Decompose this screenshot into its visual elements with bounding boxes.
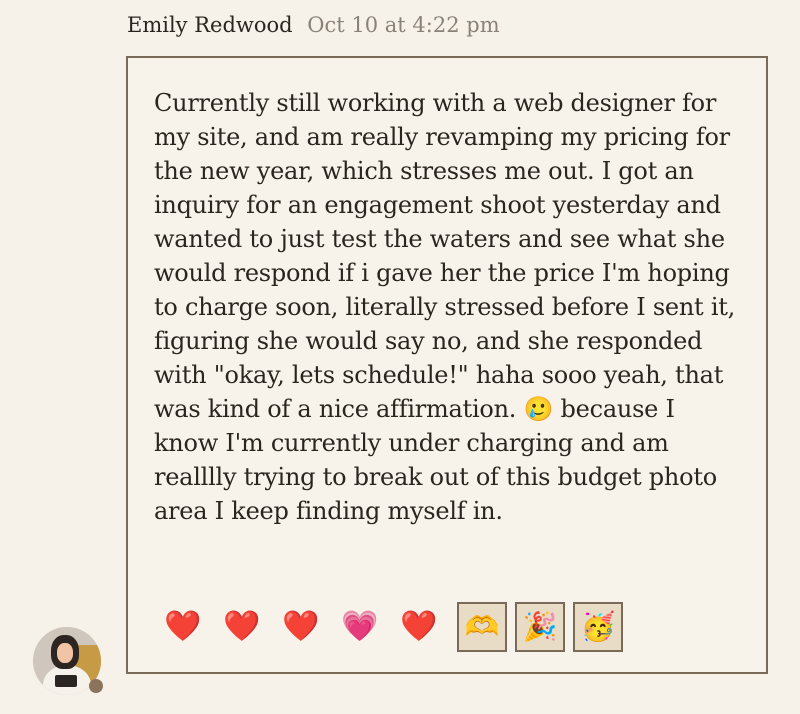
reaction-red-heart-2[interactable]: ❤️ (221, 606, 263, 648)
red-heart-icon: ❤️ (282, 609, 320, 644)
pink-heart-icon: 💗 (341, 609, 379, 644)
heart-hands-icon: 🫶 (464, 610, 500, 643)
reaction-red-heart-1[interactable]: ❤️ (162, 606, 204, 648)
party-popper-icon: 🎉 (522, 610, 558, 643)
red-heart-icon: ❤️ (223, 609, 261, 644)
reaction-party-popper[interactable]: 🎉 (515, 602, 565, 652)
post-timestamp: Oct 10 at 4:22 pm (307, 13, 500, 37)
reaction-bar: ❤️ ❤️ ❤️ 💗 ❤️ 🫶 🎉 🥳 (162, 602, 631, 652)
message-bubble: Currently still working with a web desig… (126, 56, 768, 674)
message-text: Currently still working with a web desig… (154, 89, 736, 525)
author-name[interactable]: Emily Redwood (127, 13, 293, 37)
camera-icon (55, 675, 77, 687)
status-badge (89, 679, 103, 693)
reaction-pink-heart[interactable]: 💗 (339, 606, 381, 648)
post-header: Emily Redwood Oct 10 at 4:22 pm (127, 10, 500, 40)
red-heart-icon: ❤️ (400, 609, 438, 644)
red-heart-icon: ❤️ (164, 609, 202, 644)
reaction-heart-hands[interactable]: 🫶 (457, 602, 507, 652)
reaction-red-heart-3[interactable]: ❤️ (280, 606, 322, 648)
avatar-face-shape (57, 643, 73, 663)
reaction-red-heart-4[interactable]: ❤️ (398, 606, 440, 648)
partying-face-icon: 🥳 (580, 610, 616, 643)
reaction-partying-face[interactable]: 🥳 (573, 602, 623, 652)
